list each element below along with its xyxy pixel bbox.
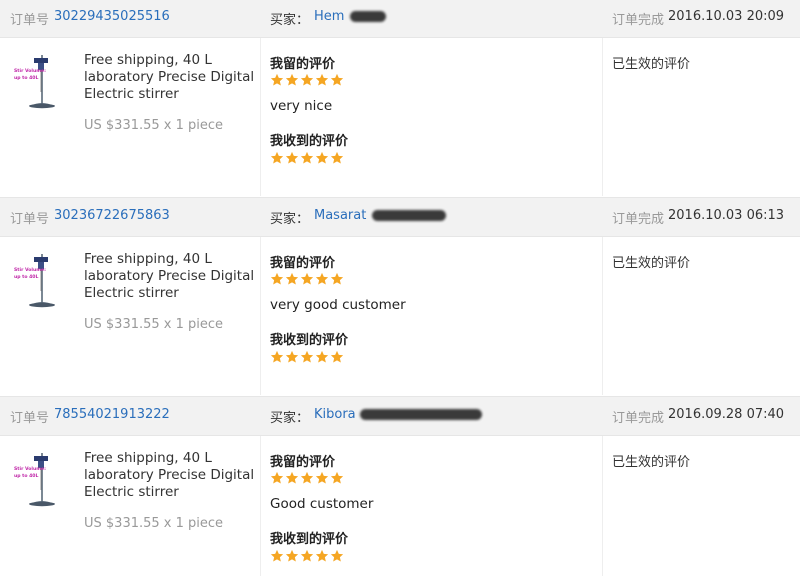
svg-text:Stir Volume:: Stir Volume: xyxy=(14,267,46,273)
star-icon xyxy=(285,350,299,363)
redacted-name xyxy=(350,11,386,22)
star-icon xyxy=(300,350,314,363)
star-icon xyxy=(315,471,329,484)
order-header: 订单号 30229435025516 买家： Hem 订单完成 2016.10.03 20… xyxy=(0,0,800,38)
column-divider xyxy=(602,38,603,196)
completed-time: 2016.10.03 20:09 xyxy=(668,9,785,24)
my-feedback-label: 我留的评价 xyxy=(270,455,336,470)
star-icon xyxy=(300,151,314,164)
star-icon xyxy=(270,549,284,562)
order-header: 订单号 30236722675863 买家： Masarat 订单完成 2016.10.0… xyxy=(0,197,800,237)
star-icon xyxy=(270,151,284,164)
order-body: Stir Volume: up to 40L Free shipping, 40 L… xyxy=(0,38,800,196)
star-icon xyxy=(315,350,329,363)
star-icon xyxy=(270,272,284,285)
star-icon xyxy=(285,151,299,164)
star-icon xyxy=(285,471,299,484)
received-feedback-label: 我收到的评价 xyxy=(270,532,349,547)
product-title-link[interactable]: Free shipping, 40 L laboratory Precise D… xyxy=(84,52,256,103)
star-icon xyxy=(270,471,284,484)
my-feedback-label: 我留的评价 xyxy=(270,256,336,271)
product-thumbnail[interactable]: Stir Volume:up to 40L xyxy=(12,52,60,110)
star-icon xyxy=(300,471,314,484)
order-body: Stir Volume: up to 40L Free shipping, 40 L… xyxy=(0,237,800,395)
star-icon xyxy=(330,549,344,562)
product-thumbnail[interactable]: Stir Volume:up to 40L xyxy=(12,251,60,309)
star-icon xyxy=(315,272,329,285)
star-icon xyxy=(330,151,344,164)
buyer-name-link[interactable]: Hem xyxy=(314,9,344,24)
received-rating-stars xyxy=(270,151,344,165)
star-icon xyxy=(270,73,284,86)
order-body: Stir Volume: up to 40L Free shipping, 40 L… xyxy=(0,436,800,576)
order-number-link[interactable]: 30229435025516 xyxy=(54,9,170,24)
column-divider xyxy=(602,436,603,576)
my-rating-stars xyxy=(270,73,344,87)
order-no-label: 订单号 xyxy=(10,212,50,227)
my-feedback-text: Good customer xyxy=(270,496,374,512)
star-icon xyxy=(315,549,329,562)
star-icon xyxy=(270,350,284,363)
order-number-link[interactable]: 78554021913222 xyxy=(54,407,170,422)
feedback-status: 已生效的评价 xyxy=(612,256,691,271)
star-icon xyxy=(315,151,329,164)
product-title-link[interactable]: Free shipping, 40 L laboratory Precise D… xyxy=(84,450,256,501)
buyer-label: 买家： xyxy=(270,13,310,28)
column-divider xyxy=(602,237,603,395)
order-number-link[interactable]: 30236722675863 xyxy=(54,208,170,223)
received-rating-stars xyxy=(270,350,344,364)
completed-time: 2016.10.03 06:13 xyxy=(668,208,785,223)
completed-time: 2016.09.28 07:40 xyxy=(668,407,785,422)
svg-text:up to 40L: up to 40L xyxy=(14,75,39,81)
star-icon xyxy=(285,73,299,86)
order-list: 订单号 30229435025516 买家： Hem 订单完成 2016.10.03 20… xyxy=(0,0,800,576)
product-price: US $331.55 x 1 piece xyxy=(84,118,224,133)
star-icon xyxy=(330,73,344,86)
buyer-label: 买家： xyxy=(270,212,310,227)
svg-text:up to 40L: up to 40L xyxy=(14,274,39,280)
star-icon xyxy=(285,272,299,285)
star-icon xyxy=(315,73,329,86)
star-icon xyxy=(285,549,299,562)
order-status: 订单完成 xyxy=(612,411,665,426)
order-header: 订单号 78554021913222 买家： Kibora 订单完成 2016.09.28… xyxy=(0,396,800,436)
order-no-label: 订单号 xyxy=(10,13,50,28)
my-feedback-text: very good customer xyxy=(270,297,406,313)
received-rating-stars xyxy=(270,549,344,563)
order-status: 订单完成 xyxy=(612,212,665,227)
buyer-name-link[interactable]: Masarat xyxy=(314,208,366,223)
received-feedback-label: 我收到的评价 xyxy=(270,333,349,348)
buyer-name-link[interactable]: Kibora xyxy=(314,407,356,422)
my-rating-stars xyxy=(270,272,344,286)
buyer-label: 买家： xyxy=(270,411,310,426)
product-price: US $331.55 x 1 piece xyxy=(84,317,224,332)
star-icon xyxy=(300,549,314,562)
column-divider xyxy=(260,237,261,395)
product-title-link[interactable]: Free shipping, 40 L laboratory Precise D… xyxy=(84,251,256,302)
my-feedback-label: 我留的评价 xyxy=(270,57,336,72)
redacted-name xyxy=(372,210,446,221)
my-feedback-text: very nice xyxy=(270,98,333,114)
product-price: US $331.55 x 1 piece xyxy=(84,516,224,531)
feedback-status: 已生效的评价 xyxy=(612,57,691,72)
my-rating-stars xyxy=(270,471,344,485)
svg-text:up to 40L: up to 40L xyxy=(14,473,39,479)
product-thumbnail[interactable]: Stir Volume:up to 40L xyxy=(12,450,60,508)
received-feedback-label: 我收到的评价 xyxy=(270,134,349,149)
star-icon xyxy=(330,272,344,285)
svg-text:Stir Volume:: Stir Volume: xyxy=(14,466,46,472)
column-divider xyxy=(260,38,261,196)
svg-text:Stir Volume:: Stir Volume: xyxy=(14,68,46,74)
redacted-name xyxy=(360,409,482,420)
star-icon xyxy=(330,471,344,484)
feedback-status: 已生效的评价 xyxy=(612,455,691,470)
star-icon xyxy=(300,272,314,285)
column-divider xyxy=(260,436,261,576)
star-icon xyxy=(300,73,314,86)
order-no-label: 订单号 xyxy=(10,411,50,426)
order-status: 订单完成 xyxy=(612,13,665,28)
star-icon xyxy=(330,350,344,363)
